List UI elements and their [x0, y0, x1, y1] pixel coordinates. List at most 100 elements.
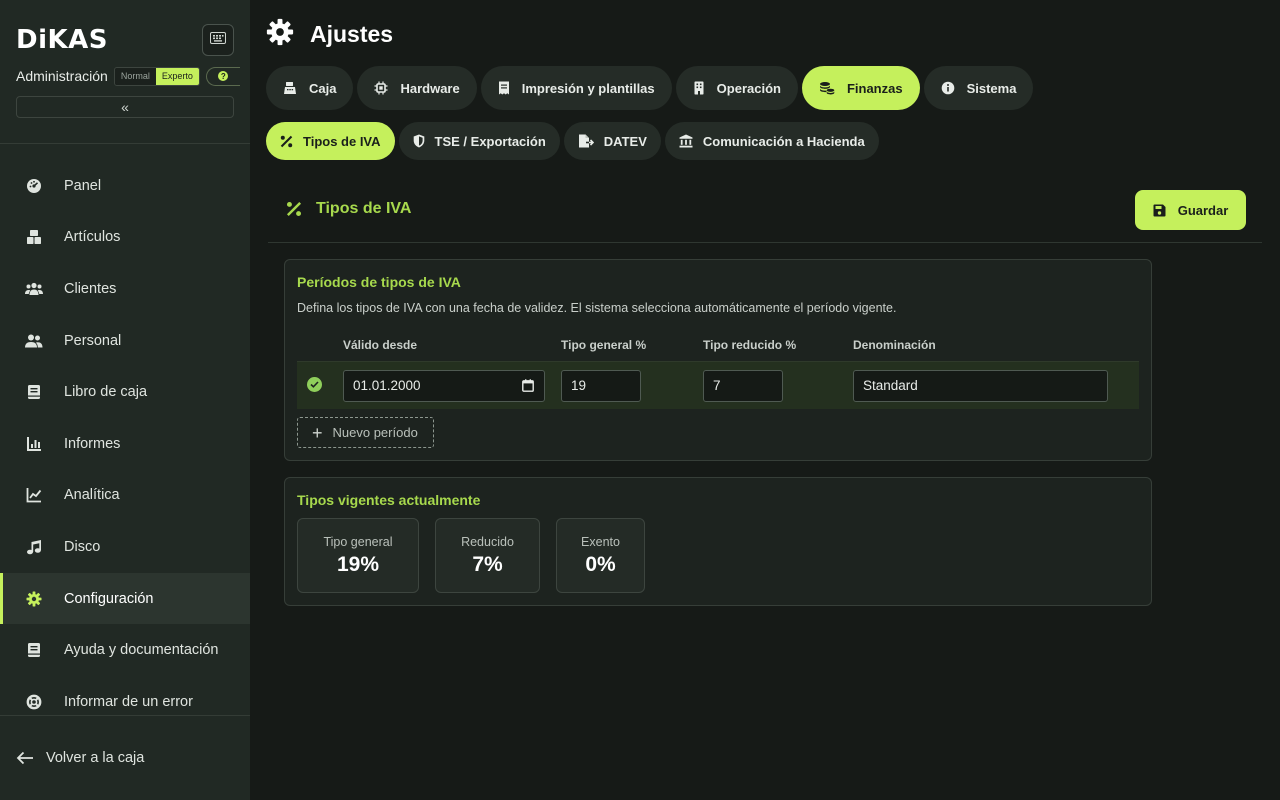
- tab-label: Finanzas: [846, 80, 903, 96]
- current-rates-card: Tipos vigentes actualmente Tipo general …: [284, 477, 1152, 606]
- line-chart-icon: [24, 485, 44, 505]
- sidebar: DiKAS Administración Normal Experto ? « …: [0, 0, 250, 800]
- tab-label: Sistema: [966, 80, 1017, 96]
- sidebar-item-ayuda[interactable]: Ayuda y documentación: [0, 624, 250, 676]
- chip-icon: [374, 81, 388, 95]
- receipt-icon: [498, 81, 510, 95]
- tab-label: Operación: [716, 80, 781, 96]
- keyboard-icon: [210, 31, 226, 49]
- tab-impresion[interactable]: Impresión y plantillas: [480, 66, 672, 110]
- users-icon: [24, 279, 44, 299]
- card-title: Períodos de tipos de IVA: [297, 274, 461, 290]
- arrow-left-icon: [16, 751, 34, 765]
- keyboard-button[interactable]: [202, 24, 234, 56]
- sidebar-item-informar-error[interactable]: Informar de un error: [0, 676, 250, 728]
- subtab-tse-exportacion[interactable]: TSE / Exportación: [398, 122, 560, 160]
- tab-label: Caja: [309, 80, 337, 96]
- sidebar-item-articulos[interactable]: Artículos: [0, 212, 250, 264]
- date-value: 01.01.2000: [353, 378, 421, 393]
- register-icon: [283, 81, 297, 95]
- save-icon: [1153, 204, 1166, 217]
- sidebar-item-panel[interactable]: Panel: [0, 160, 250, 212]
- rate-label: Reducido: [461, 534, 514, 549]
- rate-value: 19%: [336, 552, 380, 576]
- sidebar-divider: [0, 143, 250, 144]
- vat-periods-card: Períodos de tipos de IVA Defina los tipo…: [284, 259, 1152, 461]
- subtab-label: DATEV: [603, 133, 647, 149]
- subtab-tipos-de-iva[interactable]: Tipos de IVA: [266, 122, 395, 160]
- column-header: Válido desde: [343, 338, 418, 352]
- finance-subtabs: Tipos de IVA TSE / Exportación DATEV Com…: [266, 122, 879, 160]
- bank-icon: [679, 134, 693, 148]
- sidebar-item-informes[interactable]: Informes: [0, 418, 250, 470]
- collapse-sidebar-button[interactable]: «: [16, 96, 234, 118]
- sidebar-item-label: Artículos: [64, 229, 121, 246]
- boxes-icon: [24, 227, 44, 247]
- rate-card-reduced: Reducido 7%: [435, 518, 540, 593]
- docs-icon: [24, 640, 44, 660]
- sidebar-item-disco[interactable]: Disco: [0, 521, 250, 573]
- tab-sistema[interactable]: Sistema: [923, 66, 1034, 110]
- back-to-register-link[interactable]: Volver a la caja: [16, 750, 144, 766]
- lifebuoy-icon: [24, 692, 44, 712]
- mode-expert-option[interactable]: Experto: [155, 67, 199, 85]
- section-title: Tipos de IVA: [286, 200, 411, 218]
- dashboard-icon: [24, 176, 44, 196]
- card-title: Tipos vigentes actualmente: [297, 492, 481, 508]
- sidebar-item-label: Informes: [64, 435, 121, 452]
- subtab-comunicacion-hacienda[interactable]: Comunicación a Hacienda: [664, 122, 879, 160]
- save-button[interactable]: Guardar: [1135, 190, 1246, 230]
- sidebar-item-clientes[interactable]: Clientes: [0, 263, 250, 315]
- sidebar-item-label: Ayuda y documentación: [64, 642, 219, 659]
- tab-caja[interactable]: Caja: [266, 66, 354, 110]
- subtab-label: Tipos de IVA: [303, 133, 381, 149]
- plus-icon: +: [312, 422, 323, 443]
- general-rate-input[interactable]: 19: [561, 370, 641, 402]
- bar-chart-icon: [24, 434, 44, 454]
- rate-value: 7%: [472, 552, 503, 576]
- collapse-icon: «: [121, 99, 129, 115]
- column-header: Denominación: [853, 338, 936, 352]
- calendar-icon[interactable]: [522, 379, 534, 392]
- tab-operacion[interactable]: Operación: [675, 66, 798, 110]
- shield-icon: [413, 134, 425, 148]
- percent-icon: [286, 201, 302, 217]
- sidebar-item-personal[interactable]: Personal: [0, 315, 250, 367]
- valid-from-date-input[interactable]: 01.01.2000: [343, 370, 545, 402]
- name-input[interactable]: Standard: [853, 370, 1108, 402]
- help-toggle[interactable]: ?: [205, 66, 240, 86]
- admin-row: Administración Normal Experto ?: [16, 66, 250, 86]
- tab-label: Impresión y plantillas: [521, 80, 655, 96]
- sidebar-item-analitica[interactable]: Analítica: [0, 470, 250, 522]
- sidebar-item-label: Analítica: [64, 487, 120, 504]
- tab-hardware[interactable]: Hardware: [357, 66, 477, 110]
- percent-icon: [280, 135, 293, 148]
- page-header: Ajustes: [266, 18, 393, 51]
- sidebar-nav: Panel Artículos Clientes Personal Libro …: [0, 160, 250, 728]
- staff-icon: [24, 331, 44, 351]
- new-period-label: Nuevo período: [332, 425, 418, 440]
- mode-normal-option[interactable]: Normal: [114, 67, 156, 85]
- page-title: Ajustes: [310, 21, 394, 47]
- sidebar-item-libro-de-caja[interactable]: Libro de caja: [0, 366, 250, 418]
- coins-icon: [819, 81, 835, 95]
- sidebar-item-label: Configuración: [64, 590, 154, 607]
- table-row: 01.01.2000 19 7 Standard: [297, 361, 1139, 409]
- tab-label: Hardware: [400, 80, 460, 96]
- subtab-label: TSE / Exportación: [434, 133, 546, 149]
- sidebar-divider: [0, 715, 250, 716]
- book-icon: [24, 382, 44, 402]
- card-description: Defina los tipos de IVA con una fecha de…: [297, 301, 897, 315]
- section-title-text: Tipos de IVA: [316, 200, 412, 217]
- rate-label: Exento: [581, 534, 620, 549]
- sidebar-item-configuracion[interactable]: Configuración: [0, 572, 250, 625]
- help-icon: ?: [218, 71, 229, 81]
- tab-finanzas[interactable]: Finanzas: [801, 66, 920, 110]
- music-icon: [24, 537, 44, 557]
- rate-card-exempt: Exento 0%: [556, 518, 645, 593]
- reduced-rate-input[interactable]: 7: [703, 370, 783, 402]
- back-label: Volver a la caja: [46, 750, 145, 766]
- subtab-datev[interactable]: DATEV: [563, 122, 661, 160]
- new-period-button[interactable]: + Nuevo período: [297, 417, 434, 448]
- sidebar-item-label: Disco: [64, 538, 101, 555]
